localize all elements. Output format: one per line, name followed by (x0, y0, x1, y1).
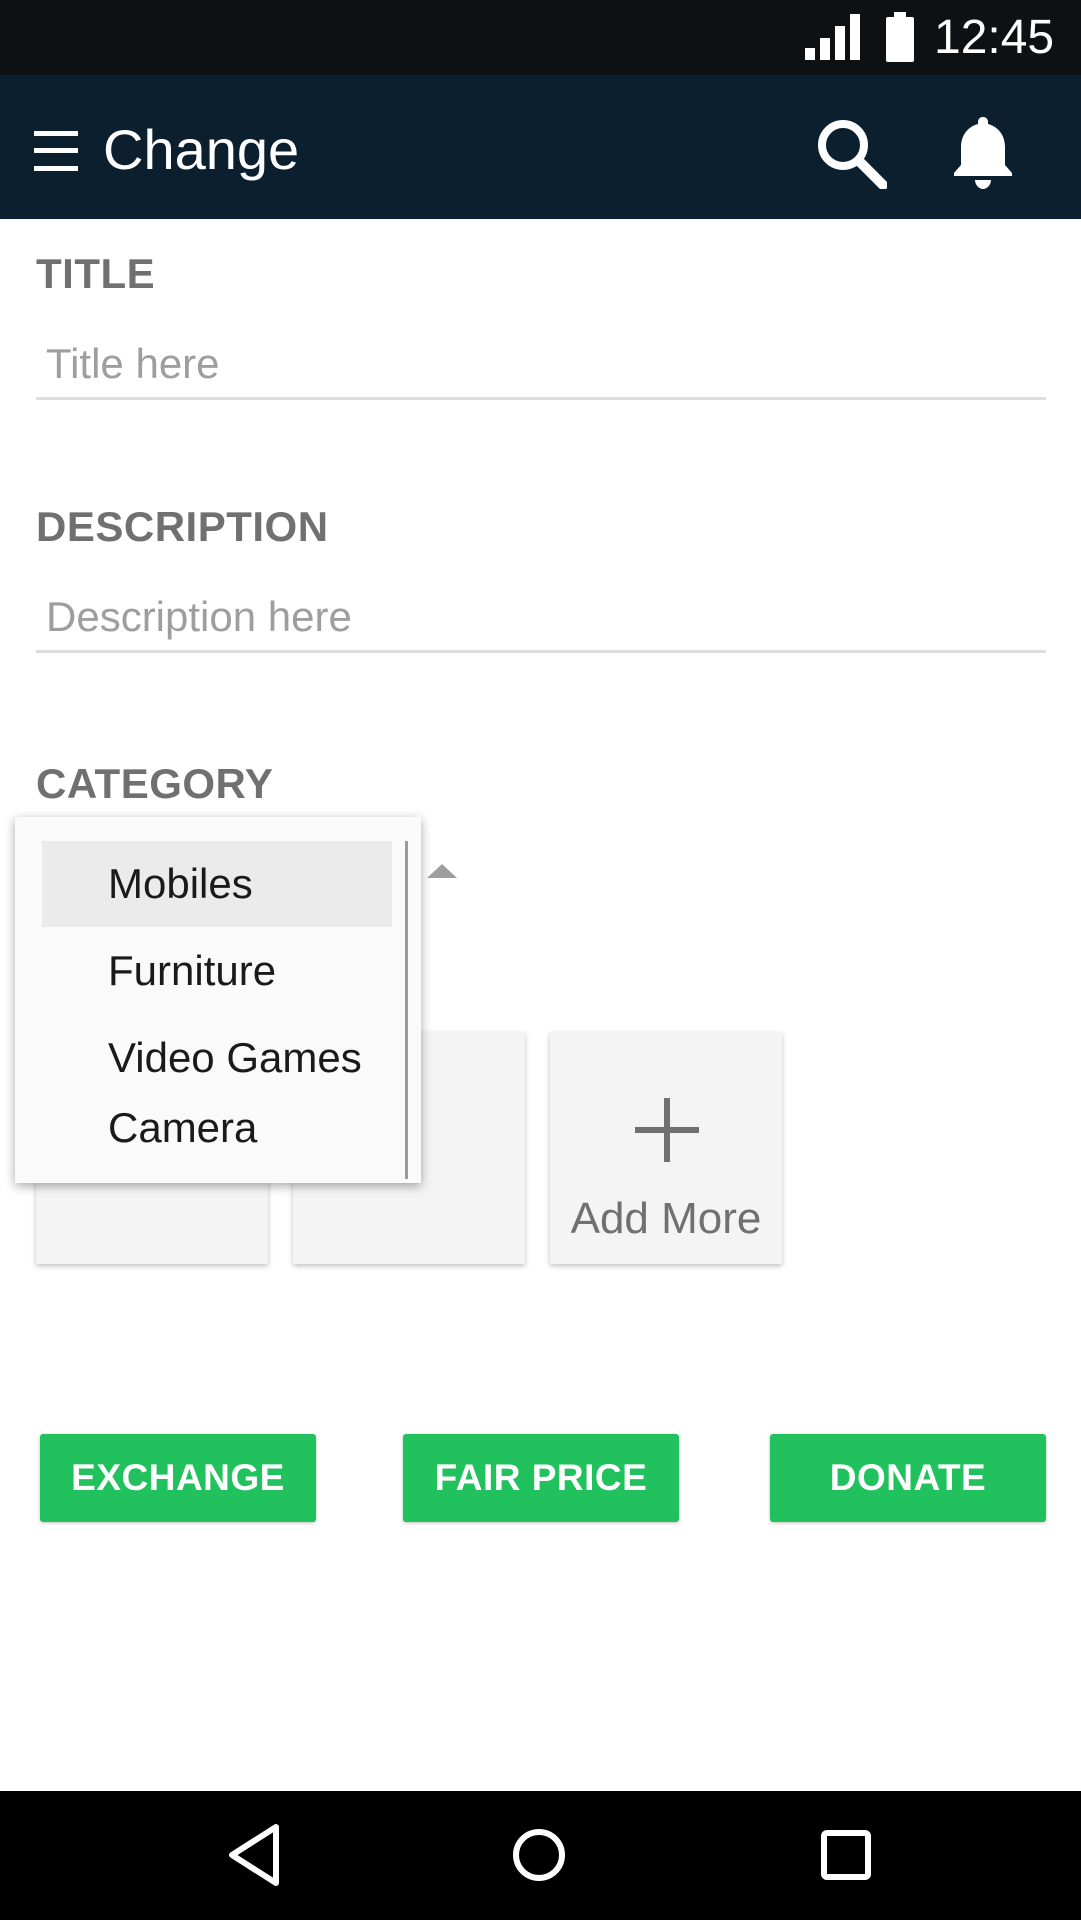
menu-icon[interactable] (34, 131, 78, 171)
category-option-mobiles[interactable]: Mobiles (42, 841, 392, 927)
description-label: DESCRIPTION (36, 503, 329, 550)
category-option-camera[interactable]: Camera (42, 1085, 392, 1171)
system-nav-bar (0, 1791, 1081, 1920)
donate-button[interactable]: DONATE (770, 1434, 1046, 1522)
exchange-button[interactable]: EXCHANGE (40, 1434, 316, 1522)
title-input[interactable] (36, 330, 1046, 400)
add-more-label: Add More (570, 1194, 762, 1243)
search-icon[interactable] (815, 117, 887, 189)
category-dropdown-menu: Mobiles Furniture Video Games Camera (15, 817, 421, 1183)
signal-icon (805, 14, 860, 60)
status-clock: 12:45 (934, 11, 1055, 64)
title-label: TITLE (36, 250, 156, 297)
fair-price-button[interactable]: FAIR PRICE (403, 1434, 679, 1522)
description-input[interactable] (36, 583, 1046, 653)
status-bar: 12:45 (0, 0, 1081, 75)
app-bar: Change (0, 75, 1081, 219)
category-option-furniture[interactable]: Furniture (42, 928, 392, 1014)
page-title: Change (103, 118, 300, 181)
bell-icon[interactable] (950, 113, 1016, 189)
recents-icon[interactable] (810, 1819, 882, 1891)
dropdown-arrow-icon[interactable] (427, 864, 457, 878)
plus-icon (635, 1098, 699, 1162)
dropdown-scrollbar[interactable] (405, 841, 408, 1179)
category-label: CATEGORY (36, 760, 274, 807)
battery-icon (886, 12, 914, 62)
add-more-button[interactable]: Add More (550, 1032, 782, 1264)
home-icon[interactable] (503, 1819, 575, 1891)
back-icon[interactable] (220, 1819, 292, 1891)
